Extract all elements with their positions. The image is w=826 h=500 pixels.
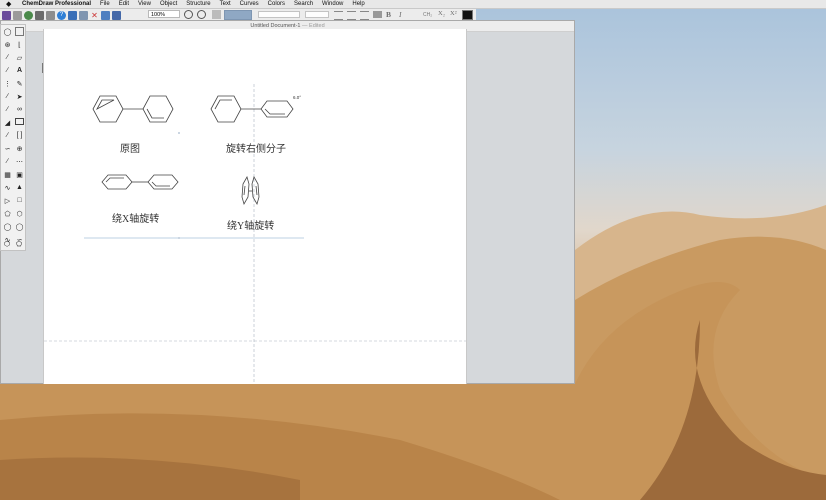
open-icon[interactable]	[13, 10, 22, 20]
wavy-bond-icon[interactable]: ∕	[3, 105, 12, 114]
octagon-ring-icon[interactable]: ◯	[15, 222, 24, 231]
menu-colors[interactable]: Colors	[268, 0, 285, 8]
square-ring-icon[interactable]: □	[15, 196, 24, 205]
help-icon[interactable]: ?	[57, 10, 66, 20]
bold-button[interactable]: B	[386, 10, 391, 19]
align-right-icon[interactable]	[360, 11, 369, 20]
open-template-icon[interactable]	[24, 10, 33, 20]
cyclopentadiene-icon[interactable]: ⬠	[16, 240, 22, 248]
paste-icon[interactable]	[112, 10, 121, 20]
drawing-page[interactable]: 6.0° 原图 旋转右侧分子 绕X轴旋转 绕Y轴旋转	[43, 29, 467, 384]
menu-edit[interactable]: Edit	[119, 0, 129, 8]
caption-rotate-x[interactable]: 绕X轴旋转	[112, 210, 159, 225]
text-style-icon[interactable]	[212, 10, 221, 19]
color-swatch[interactable]	[224, 10, 252, 20]
cut-icon[interactable]: ✕	[90, 11, 99, 20]
biphenyl-rotated-x[interactable]	[101, 174, 179, 190]
hashed-bond-icon[interactable]: ∕	[3, 92, 12, 101]
chemical-symbol-icon[interactable]: ⊕	[15, 144, 24, 153]
save-icon[interactable]	[35, 10, 44, 20]
zoom-in-icon[interactable]	[184, 10, 193, 19]
bond-icon[interactable]: ∕	[3, 53, 12, 62]
italic-button[interactable]: I	[399, 10, 402, 19]
biphenyl-original[interactable]	[92, 95, 174, 123]
tool-palette: ◯ ⊛ ⌊ ∕ ▱ ∕ A ⋮ ✎ ∕ ➤ ∕ ∞ ◢ ∕ [ ] ∽ ⊕ ∕ …	[0, 24, 26, 251]
ring-tool-icon[interactable]: ⬡	[15, 209, 24, 218]
menu-curves[interactable]: Curves	[240, 0, 259, 8]
drawing-element-icon[interactable]	[15, 118, 24, 125]
copy-icon[interactable]	[101, 10, 110, 20]
lasso-icon[interactable]: ◯	[3, 27, 12, 36]
orbital-icon[interactable]: ∞	[15, 105, 24, 114]
caption-original[interactable]: 原图	[120, 140, 140, 155]
apple-icon[interactable]: ◆	[6, 0, 14, 8]
caption-rotate-right[interactable]: 旋转右侧分子	[226, 140, 286, 155]
structure-perspective-icon[interactable]: ⊛	[3, 40, 12, 49]
size-select[interactable]	[305, 11, 329, 18]
eraser-icon[interactable]: ▱	[15, 53, 24, 62]
menu-object[interactable]: Object	[160, 0, 177, 8]
menu-help[interactable]: Help	[352, 0, 364, 8]
menu-window[interactable]: Window	[322, 0, 343, 8]
heptagon-ring-icon[interactable]: ◯	[3, 222, 12, 231]
acyclic-chain-icon[interactable]: ∿	[3, 183, 12, 192]
template-icon[interactable]: ▣	[15, 170, 24, 179]
text-tool-icon[interactable]: A	[15, 66, 24, 75]
double-bond-icon[interactable]: ∕	[3, 66, 12, 75]
chain-icon[interactable]: ∽	[3, 144, 12, 153]
align-center-icon[interactable]	[347, 11, 356, 20]
menu-file[interactable]: File	[100, 0, 110, 8]
justify-icon[interactable]	[373, 11, 382, 18]
marquee-icon[interactable]	[15, 27, 24, 36]
anchor-marker	[178, 237, 180, 239]
bond-plus-icon[interactable]: ∕	[3, 157, 12, 166]
menu-text[interactable]: Text	[220, 0, 231, 8]
mass-fragment-icon[interactable]: ⌊	[15, 40, 24, 49]
benzene-template-icon[interactable]: ⬡	[4, 240, 10, 248]
zoom-out-icon[interactable]	[197, 10, 206, 19]
biphenyl-rotated-right[interactable]	[210, 95, 294, 123]
font-select[interactable]	[258, 11, 300, 18]
ruler-marker	[42, 63, 43, 73]
current-color-icon[interactable]	[462, 10, 473, 20]
bracket-icon[interactable]: [ ]	[15, 131, 24, 140]
menu-search[interactable]: Search	[294, 0, 313, 8]
align-left-icon[interactable]	[334, 11, 343, 20]
bold-bond-icon[interactable]: ∕	[3, 131, 12, 140]
undo-icon[interactable]	[68, 10, 77, 20]
angle-label: 6.0°	[293, 95, 302, 100]
triangle-ring-icon[interactable]: ▷	[3, 196, 12, 205]
stamp-icon[interactable]: ▲	[15, 183, 24, 192]
biphenyl-rotated-y[interactable]	[241, 175, 260, 206]
new-doc-icon[interactable]	[2, 10, 11, 20]
superscript-button[interactable]: X²	[450, 10, 457, 17]
dashed-bond-icon[interactable]: ⋮	[3, 79, 12, 88]
arrow-icon[interactable]: ➤	[15, 92, 24, 101]
drawing-canvas[interactable]	[44, 29, 466, 384]
menubar: ◆ ChemDraw Professional File Edit View O…	[0, 0, 826, 9]
caption-rotate-y[interactable]: 绕Y轴旋转	[227, 217, 274, 232]
wedge-bond-icon[interactable]: ◢	[3, 118, 12, 127]
menu-view[interactable]: View	[138, 0, 151, 8]
subscript-button[interactable]: X₂	[438, 10, 445, 17]
table-icon[interactable]: ▦	[3, 170, 12, 179]
print-icon[interactable]	[46, 10, 55, 20]
menu-app-name[interactable]: ChemDraw Professional	[22, 0, 91, 8]
chem-format-icon[interactable]: CH₂	[423, 12, 432, 18]
pentagon-ring-icon[interactable]: ⬠	[3, 209, 12, 218]
pen-icon[interactable]: ✎	[15, 79, 24, 88]
zoom-select[interactable]: 100%	[148, 10, 180, 18]
menu-structure[interactable]: Structure	[186, 0, 210, 8]
redo-icon[interactable]	[79, 10, 88, 20]
query-icon[interactable]: ⋯	[15, 157, 24, 166]
anchor-marker	[178, 132, 180, 134]
